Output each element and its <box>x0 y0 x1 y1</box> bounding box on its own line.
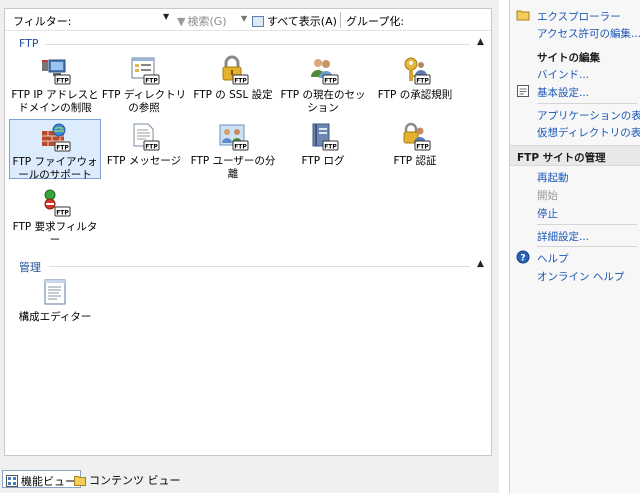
action-start: 開始 <box>537 190 558 202</box>
feature-ftp-current-sessions[interactable]: FTP FTP の現在のセッション <box>277 53 369 114</box>
collapse-management-icon[interactable]: ▲ <box>477 259 484 269</box>
feature-label: FTP 認証 <box>393 155 437 167</box>
filter-label: フィルター: <box>13 15 72 28</box>
svg-text:FTP: FTP <box>56 210 69 217</box>
svg-text:FTP: FTP <box>324 78 337 85</box>
actions-pane: エクスプローラー アクセス許可の編集... サイトの編集 バインド... 基本設… <box>509 0 640 493</box>
actions-header-manage-ftp-site: FTP サイトの管理 <box>510 145 640 166</box>
ip-restriction-icon: FTP <box>42 59 71 85</box>
show-all-label: すべて表示(A) <box>267 15 337 28</box>
user-isolation-icon: FTP <box>219 124 249 151</box>
help-icon: ? <box>516 250 530 264</box>
feature-configuration-editor[interactable]: 構成エディター <box>9 275 101 335</box>
action-online-help[interactable]: オンライン ヘルプ <box>537 269 624 284</box>
svg-text:FTP: FTP <box>56 78 69 85</box>
authentication-icon: FTP <box>403 122 431 151</box>
svg-text:FTP: FTP <box>416 78 429 85</box>
features-view: フィルター: ▼ ▼ 検索(G) ▼ すべて表示(A) グループ化: FTP ▲ … <box>4 8 492 456</box>
sessions-icon: FTP <box>311 59 339 85</box>
feature-ftp-authentication[interactable]: FTP FTP 認証 <box>369 119 461 179</box>
ssl-lock-icon: FTP <box>222 55 249 85</box>
feature-label: FTP 要求フィルター <box>12 221 98 246</box>
feature-label: 構成エディター <box>18 311 92 323</box>
filter-dropdown-icon[interactable]: ▼ <box>163 12 169 21</box>
section-divider <box>45 44 470 45</box>
svg-text:FTP: FTP <box>234 78 247 85</box>
feature-ftp-ssl-settings[interactable]: FTP FTP の SSL 設定 <box>187 53 279 113</box>
view-tabs: 機能ビュー コンテンツ ビュー <box>0 467 499 493</box>
feature-label: FTP ユーザーの分離 <box>190 155 276 180</box>
action-basic-settings[interactable]: 基本設定... <box>537 85 589 100</box>
svg-text:FTP: FTP <box>324 144 337 151</box>
message-icon: FTP <box>133 123 160 151</box>
search-label: 検索(G) <box>187 15 227 28</box>
feature-label: FTP の現在のセッション <box>280 89 366 114</box>
request-filter-icon: FTP <box>44 189 71 217</box>
feature-ftp-ip-restriction[interactable]: FTP FTP IP アドレスとドメインの制限 <box>9 53 101 114</box>
explorer-icon <box>516 10 530 21</box>
search-button[interactable]: ▼ 検索(G) <box>177 13 227 29</box>
action-edit-permissions[interactable]: アクセス許可の編集... <box>537 26 640 41</box>
feature-label: FTP ログ <box>301 155 345 167</box>
action-view-applications[interactable]: アプリケーションの表示 <box>537 108 640 123</box>
action-restart[interactable]: 再起動 <box>537 170 569 185</box>
filter-toolbar: フィルター: ▼ ▼ 検索(G) ▼ すべて表示(A) グループ化: <box>5 9 491 31</box>
filter-input[interactable] <box>65 12 173 28</box>
tab-features-view[interactable]: 機能ビュー <box>2 470 81 488</box>
tab-label: コンテンツ ビュー <box>89 474 181 487</box>
tab-label: 機能ビュー <box>21 475 76 488</box>
section-divider <box>49 266 470 267</box>
group-by-dropdown[interactable]: グループ化: <box>346 13 404 29</box>
firewall-icon: FTP <box>42 123 71 152</box>
feature-label: FTP の SSL 設定 <box>193 89 273 101</box>
feature-ftp-logging[interactable]: FTP FTP ログ <box>277 119 369 179</box>
svg-text:FTP: FTP <box>145 78 158 85</box>
svg-text:FTP: FTP <box>416 144 429 151</box>
tab-content-view[interactable]: コンテンツ ビュー <box>71 470 185 488</box>
directory-browse-icon: FTP <box>131 57 160 85</box>
action-advanced-settings[interactable]: 詳細設定... <box>537 229 589 244</box>
actions-separator <box>537 103 637 104</box>
authorization-key-icon: FTP <box>404 57 431 85</box>
section-header-ftp[interactable]: FTP <box>19 37 39 51</box>
actions-separator <box>537 224 637 225</box>
section-header-management[interactable]: 管理 <box>19 259 41 274</box>
feature-label: FTP の承認規則 <box>377 89 453 101</box>
show-all-icon <box>252 16 264 27</box>
feature-ftp-firewall-support[interactable]: FTP FTP ファイアウォールのサポート <box>9 119 101 181</box>
action-bindings[interactable]: バインド... <box>537 67 589 82</box>
log-book-icon: FTP <box>312 123 339 151</box>
action-view-virtual-directories[interactable]: 仮想ディレクトリの表示 <box>537 125 640 140</box>
collapse-ftp-icon[interactable]: ▲ <box>477 37 484 47</box>
actions-header-edit-site: サイトの編集 <box>537 52 600 64</box>
basic-settings-icon <box>517 85 529 97</box>
feature-ftp-request-filtering[interactable]: FTP FTP 要求フィルター <box>9 185 101 246</box>
action-explore[interactable]: エクスプローラー <box>537 9 621 24</box>
feature-label: FTP メッセージ <box>106 155 182 167</box>
svg-text:?: ? <box>520 254 525 264</box>
feature-ftp-user-isolation[interactable]: FTP FTP ユーザーの分離 <box>187 119 279 180</box>
svg-text:FTP: FTP <box>56 145 69 152</box>
content-view-icon <box>74 476 86 486</box>
show-all-button[interactable]: すべて表示(A) <box>252 13 337 29</box>
action-stop[interactable]: 停止 <box>537 206 558 221</box>
feature-ftp-directory-browsing[interactable]: FTP FTP ディレクトリの参照 <box>98 53 190 114</box>
svg-text:FTP: FTP <box>234 144 247 151</box>
toolbar-separator <box>340 12 341 28</box>
funnel-icon: ▼ <box>177 15 186 28</box>
feature-ftp-authorization-rules[interactable]: FTP FTP の承認規則 <box>369 53 461 113</box>
svg-text:FTP: FTP <box>145 144 158 151</box>
feature-label: FTP ファイアウォールのサポート <box>12 156 98 181</box>
action-help[interactable]: ヘルプ <box>537 251 569 266</box>
features-pane: フィルター: ▼ ▼ 検索(G) ▼ すべて表示(A) グループ化: FTP ▲ … <box>0 0 499 493</box>
config-editor-icon <box>44 279 66 305</box>
feature-label: FTP IP アドレスとドメインの制限 <box>11 89 99 114</box>
feature-label: FTP ディレクトリの参照 <box>101 89 187 114</box>
search-dropdown-icon[interactable]: ▼ <box>241 14 247 23</box>
feature-ftp-messages[interactable]: FTP FTP メッセージ <box>98 119 190 179</box>
actions-separator <box>537 246 637 247</box>
features-view-icon <box>6 475 18 487</box>
